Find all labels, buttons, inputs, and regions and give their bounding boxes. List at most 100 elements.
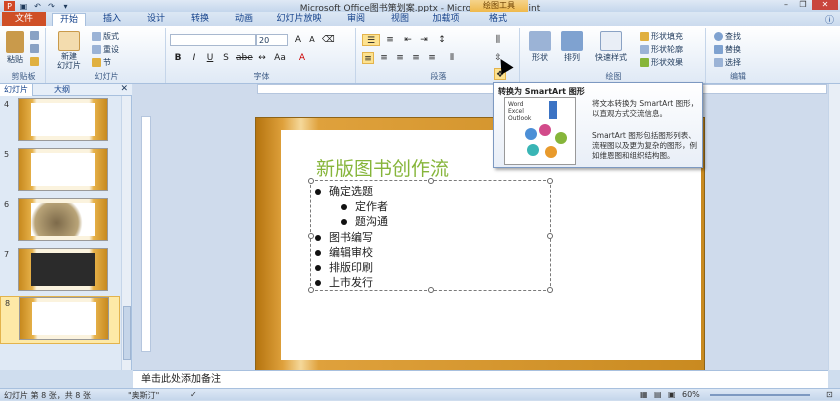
arrange-button[interactable]: 排列 <box>558 31 586 63</box>
slides-pane: 幻灯片 大纲 ✕ 4 5 6 7 8 <box>0 84 132 370</box>
notes-pane[interactable]: 单击此处添加备注 <box>133 370 828 388</box>
bold-icon[interactable]: B <box>172 52 184 64</box>
italic-icon[interactable]: I <box>188 52 200 64</box>
select-button[interactable]: 选择 <box>714 57 741 68</box>
decrease-indent-icon[interactable]: ⇤ <box>402 34 414 46</box>
quick-styles-button[interactable]: 快速样式 <box>590 31 632 63</box>
resize-handle[interactable] <box>428 287 434 293</box>
tab-addins[interactable]: 加载项 <box>424 13 468 26</box>
new-slide-button[interactable]: 新建 幻灯片 <box>52 31 86 70</box>
copy-button[interactable] <box>30 44 39 53</box>
char-spacing-icon[interactable]: ↔ <box>256 52 268 64</box>
font-group-label: 字体 <box>253 72 270 81</box>
shapes-button[interactable]: 形状 <box>526 31 554 63</box>
tab-format[interactable]: 格式 <box>478 13 518 26</box>
close-pane-icon[interactable]: ✕ <box>120 84 128 94</box>
tab-slides[interactable]: 幻灯片 <box>0 84 33 96</box>
editor-vertical-scrollbar[interactable] <box>828 84 840 370</box>
shape-fill-icon <box>640 32 649 41</box>
font-name-combo[interactable] <box>170 34 256 46</box>
paste-button[interactable]: 粘贴 <box>5 31 25 65</box>
slides-pane-tabs: 幻灯片 大纲 ✕ <box>0 84 132 96</box>
normal-view-icon[interactable]: ▦ <box>640 390 648 399</box>
align-center-icon[interactable]: ≡ <box>378 52 390 64</box>
close-button[interactable]: ✕ <box>812 0 838 10</box>
clear-format-icon[interactable]: ⌫ <box>322 34 335 46</box>
font-size-combo[interactable]: 20 <box>256 34 288 46</box>
slide-thumb-image <box>19 297 109 340</box>
file-tab[interactable]: 文件 <box>2 12 46 26</box>
bullet-dot <box>315 280 321 286</box>
scrollbar-thumb[interactable] <box>123 306 131 360</box>
resize-handle[interactable] <box>547 287 553 293</box>
slide-thumbnail-7[interactable]: 7 <box>0 248 120 298</box>
tab-review[interactable]: 审阅 <box>336 13 376 26</box>
change-case-icon[interactable]: Aa <box>274 52 286 64</box>
resize-handle[interactable] <box>547 178 553 184</box>
shadow-icon[interactable]: S <box>220 52 232 64</box>
resize-handle[interactable] <box>428 178 434 184</box>
tab-view[interactable]: 视图 <box>380 13 420 26</box>
resize-handle[interactable] <box>547 233 553 239</box>
format-painter-button[interactable] <box>30 57 39 66</box>
tab-outline[interactable]: 大纲 <box>50 84 74 96</box>
shape-fill-button[interactable]: 形状填充 <box>640 31 683 42</box>
resize-handle[interactable] <box>308 178 314 184</box>
justify-icon[interactable]: ≡ <box>410 52 422 64</box>
slide-thumbnail-4[interactable]: 4 <box>0 98 120 148</box>
help-icon[interactable]: ⓘ <box>825 13 834 26</box>
slide-editor: 新版图书创作流 确定选题 定作者 题沟通 图书编写 编辑审校 排版印刷 上市发行 <box>133 84 828 373</box>
shape-effects-button[interactable]: 形状效果 <box>640 57 683 68</box>
restore-button[interactable]: ❐ <box>795 0 811 10</box>
drawing-group-label: 绘图 <box>605 72 622 81</box>
replace-button[interactable]: 替换 <box>714 44 741 55</box>
bullet-dot <box>315 189 321 195</box>
tooltip-title: 转换为 SmartArt 图形 <box>498 87 585 96</box>
underline-icon[interactable]: U <box>204 52 216 64</box>
font-color-icon[interactable]: A <box>296 52 308 64</box>
spellcheck-icon[interactable]: ✓ <box>190 390 197 399</box>
align-right-icon[interactable]: ≡ <box>394 52 406 64</box>
tab-design[interactable]: 设计 <box>136 13 176 26</box>
reset-button[interactable]: 重设 <box>92 44 119 55</box>
bullets-icon[interactable]: ☰ <box>362 34 380 46</box>
minimize-button[interactable]: – <box>778 0 794 10</box>
reading-view-icon[interactable]: ▣ <box>668 390 676 399</box>
tab-animations[interactable]: 动画 <box>224 13 264 26</box>
strikethrough-icon[interactable]: abe <box>236 52 253 64</box>
text-direction-icon[interactable]: ⫼ <box>492 34 504 46</box>
bullet-dot <box>315 250 321 256</box>
find-button[interactable]: 查找 <box>714 31 741 42</box>
content-textbox[interactable]: 确定选题 定作者 题沟通 图书编写 编辑审校 排版印刷 上市发行 <box>308 178 553 293</box>
shrink-font-icon[interactable]: A <box>306 34 318 46</box>
slide-thumbnail-6[interactable]: 6 <box>0 198 120 248</box>
down-arrow-icon <box>549 101 557 119</box>
slide-title[interactable]: 新版图书创作流 <box>316 154 449 181</box>
align-left-icon[interactable]: ≡ <box>362 52 374 64</box>
shape-outline-button[interactable]: 形状轮廓 <box>640 44 683 55</box>
line-spacing-icon[interactable]: ↕ <box>436 34 448 46</box>
slide-thumbnail-8[interactable]: 8 <box>0 296 120 344</box>
resize-handle[interactable] <box>308 287 314 293</box>
section-button[interactable]: 节 <box>92 57 111 68</box>
fit-window-icon[interactable]: ⊡ <box>826 390 833 399</box>
shape-outline-icon <box>640 45 649 54</box>
tab-insert[interactable]: 插入 <box>92 13 132 26</box>
tab-slideshow[interactable]: 幻灯片放映 <box>268 13 330 26</box>
tab-transitions[interactable]: 转换 <box>180 13 220 26</box>
numbering-icon[interactable]: ≡ <box>384 34 396 46</box>
cut-button[interactable] <box>30 31 39 40</box>
zoom-slider[interactable] <box>710 394 810 396</box>
slide-sorter-icon[interactable]: ▤ <box>654 390 662 399</box>
tab-home[interactable]: 开始 <box>52 13 86 26</box>
resize-handle[interactable] <box>308 233 314 239</box>
columns-icon[interactable]: ⫴ <box>446 52 458 64</box>
slides-pane-scrollbar[interactable] <box>121 96 131 370</box>
distributed-icon[interactable]: ≡ <box>426 52 438 64</box>
slide-thumbnail-5[interactable]: 5 <box>0 148 120 198</box>
font-group: 20 A A ⌫ B I U S abe ↔ Aa A 字体 <box>168 28 356 83</box>
zoom-level[interactable]: 60% <box>682 390 700 399</box>
layout-button[interactable]: 版式 <box>92 31 119 42</box>
grow-font-icon[interactable]: A <box>292 34 304 46</box>
increase-indent-icon[interactable]: ⇥ <box>418 34 430 46</box>
